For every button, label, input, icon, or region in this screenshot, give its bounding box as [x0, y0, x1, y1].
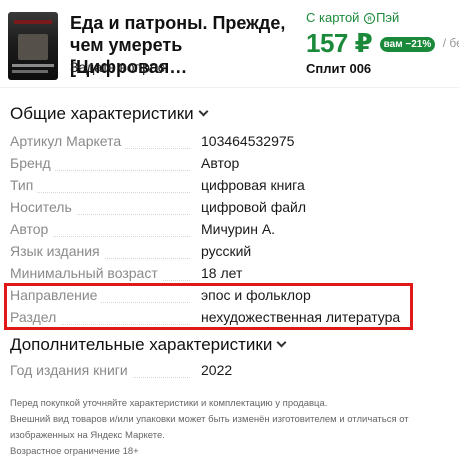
- general-specs-title: Общие характеристики: [10, 104, 194, 123]
- with-card-text: С картой: [306, 10, 360, 25]
- spec-label: Язык издания: [10, 243, 104, 259]
- footnote-line: изображенных на Яндекс Маркете.: [10, 430, 165, 441]
- footnote-line: Внешний вид товаров и/или упаковки может…: [10, 414, 409, 425]
- pay-logo-icon: я: [364, 13, 376, 24]
- chevron-down-icon: [276, 337, 287, 348]
- spec-label: Бренд: [10, 155, 55, 171]
- spec-label: Тип: [10, 177, 38, 193]
- spec-row: Артикул Маркета 103464532975: [10, 131, 450, 153]
- card-price-label: С картой я Пэй: [306, 10, 459, 25]
- spec-row: Язык издания русский: [10, 241, 450, 263]
- spec-value: 2022: [201, 362, 233, 378]
- spec-value: 18 лет: [201, 265, 243, 281]
- book-cover-image[interactable]: [8, 12, 58, 80]
- spec-row: Носитель цифровой файл: [10, 197, 450, 219]
- additional-specs-toggle[interactable]: Дополнительные характеристики: [10, 335, 287, 355]
- discount-badge: вам −21%: [379, 37, 436, 52]
- price-row: 157 ₽ вам −21% / без: [306, 28, 459, 59]
- price-block: С картой яПэй 157 ₽ вам −21% / без Сплит…: [306, 10, 459, 76]
- pay-brand-text: Пэй: [376, 10, 400, 25]
- footnote-line: Возрастное ограничение 18+: [10, 446, 139, 457]
- spec-row: Тип цифровая книга: [10, 175, 450, 197]
- spec-label: Носитель: [10, 199, 76, 215]
- spec-value: 103464532975: [201, 133, 295, 149]
- spec-label: Артикул Маркета: [10, 133, 126, 149]
- chevron-down-icon: [198, 106, 209, 117]
- highlight-box: [4, 283, 413, 330]
- spec-label: Автор: [10, 221, 53, 237]
- product-header: Еда и патроны. Прежде, чем умереть [Цифр…: [0, 0, 459, 88]
- spec-label: Минимальный возраст: [10, 265, 162, 281]
- ask-question-link[interactable]: Задать вопрос: [70, 59, 165, 75]
- spec-row: Минимальный возраст 18 лет: [10, 263, 450, 285]
- spec-row: Бренд Автор: [10, 153, 450, 175]
- spec-value: русский: [201, 243, 252, 259]
- split-payment[interactable]: Сплит 006: [306, 61, 371, 76]
- spec-row: Год издания книги 2022: [10, 360, 450, 382]
- footnote-line: Перед покупкой уточняйте характеристики …: [10, 398, 328, 409]
- price-value: 157 ₽: [306, 28, 373, 58]
- spec-value: Мичурин А.: [201, 221, 276, 237]
- price-without-card: / без: [442, 36, 459, 50]
- additional-specs-title: Дополнительные характеристики: [10, 335, 273, 354]
- spec-row: Автор Мичурин А.: [10, 219, 450, 241]
- spec-value: цифровая книга: [201, 177, 305, 193]
- spec-value: цифровой файл: [201, 199, 306, 215]
- spec-value: Автор: [201, 155, 240, 171]
- spec-label: Год издания книги: [10, 362, 132, 378]
- general-specs-toggle[interactable]: Общие характеристики: [10, 104, 209, 124]
